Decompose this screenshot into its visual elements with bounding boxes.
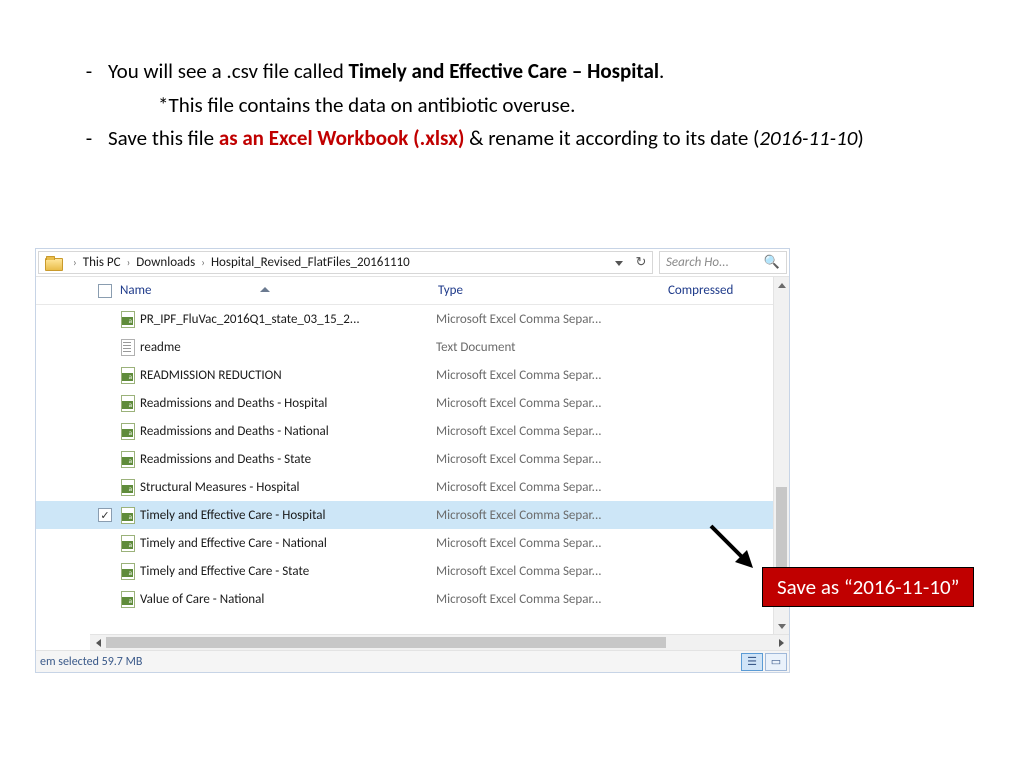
- file-type: Microsoft Excel Comma Separ...: [436, 564, 664, 579]
- file-row[interactable]: Readmissions and Deaths - NationalMicros…: [36, 417, 773, 445]
- scroll-left-icon[interactable]: [90, 639, 106, 647]
- instr-line3-end: ): [857, 125, 863, 151]
- refresh-icon[interactable]: [630, 255, 652, 270]
- csv-file-icon: [120, 367, 136, 383]
- address-bar-row: › This PC › Downloads › Hospital_Revised…: [36, 249, 789, 277]
- view-large-icon[interactable]: ▭: [765, 653, 787, 671]
- search-placeholder: Search Ho...: [666, 255, 729, 270]
- file-list: PR_IPF_FluVac_2016Q1_state_03_15_2...Mic…: [36, 305, 773, 634]
- file-name: Readmissions and Deaths - State: [140, 452, 436, 467]
- file-type: Microsoft Excel Comma Separ...: [436, 592, 664, 607]
- csv-file-icon: [120, 395, 136, 411]
- file-type: Microsoft Excel Comma Separ...: [436, 312, 664, 327]
- horizontal-scrollbar[interactable]: [90, 634, 789, 650]
- file-type: Microsoft Excel Comma Separ...: [436, 368, 664, 383]
- instr-line3-red: as an Excel Workbook (.xlsx): [219, 125, 465, 151]
- breadcrumb-this-pc[interactable]: This PC: [83, 255, 121, 270]
- csv-file-icon: [120, 451, 136, 467]
- status-bar: em selected 59.7 MB ☰ ▭: [36, 650, 789, 672]
- file-name: READMISSION REDUCTION: [140, 368, 436, 383]
- sort-ascending-icon: [260, 281, 270, 296]
- explorer-window: › This PC › Downloads › Hospital_Revised…: [35, 248, 790, 673]
- chevron-right-icon: ›: [73, 256, 77, 269]
- column-header-compressed[interactable]: Compressed: [668, 283, 733, 298]
- address-bar[interactable]: › This PC › Downloads › Hospital_Revised…: [38, 251, 653, 274]
- scroll-up-icon[interactable]: [774, 277, 789, 293]
- chevron-down-icon[interactable]: [608, 256, 630, 269]
- file-name: readme: [140, 340, 436, 355]
- file-row[interactable]: READMISSION REDUCTIONMicrosoft Excel Com…: [36, 361, 773, 389]
- scroll-right-icon[interactable]: [773, 639, 789, 647]
- annotation-callout: Save as “2016-11-10”: [762, 567, 974, 607]
- file-row[interactable]: ✓ Timely and Effective Care - HospitalMic…: [36, 501, 773, 529]
- column-headers: Name Type Compressed: [36, 277, 789, 305]
- csv-file-icon: [120, 535, 136, 551]
- file-type: Microsoft Excel Comma Separ...: [436, 396, 664, 411]
- instr-line1-pre: You will see a .csv file called: [108, 58, 348, 84]
- file-type: Microsoft Excel Comma Separ...: [436, 452, 664, 467]
- file-name: Structural Measures - Hospital: [140, 480, 436, 495]
- scroll-down-icon[interactable]: [774, 618, 789, 634]
- file-row[interactable]: Value of Care - NationalMicrosoft Excel …: [36, 585, 773, 613]
- file-row[interactable]: readmeText Document: [36, 333, 773, 361]
- scroll-hthumb[interactable]: [106, 637, 666, 648]
- file-name: Readmissions and Deaths - Hospital: [140, 396, 436, 411]
- file-name: Readmissions and Deaths - National: [140, 424, 436, 439]
- instr-line1-post: .: [659, 58, 664, 84]
- file-row[interactable]: Readmissions and Deaths - HospitalMicros…: [36, 389, 773, 417]
- bullet-dash: -: [70, 122, 108, 156]
- breadcrumb-downloads[interactable]: Downloads: [136, 255, 195, 270]
- file-type: Microsoft Excel Comma Separ...: [436, 508, 664, 523]
- file-row[interactable]: PR_IPF_FluVac_2016Q1_state_03_15_2...Mic…: [36, 305, 773, 333]
- instr-line3-post: & rename it according to its date (: [464, 125, 759, 151]
- file-type: Microsoft Excel Comma Separ...: [436, 536, 664, 551]
- chevron-right-icon: ›: [127, 256, 131, 269]
- instr-line3-italic: 2016-11-10: [759, 125, 857, 151]
- text-file-icon: [120, 339, 136, 355]
- file-type: Microsoft Excel Comma Separ...: [436, 480, 664, 495]
- search-icon: 🔍: [764, 255, 780, 270]
- column-name-label: Name: [120, 283, 151, 298]
- csv-file-icon: [120, 507, 136, 523]
- file-type: Microsoft Excel Comma Separ...: [436, 424, 664, 439]
- instr-line2: *This file contains the data on antibiot…: [158, 89, 940, 123]
- csv-file-icon: [120, 479, 136, 495]
- column-header-type[interactable]: Type: [438, 283, 668, 298]
- file-name: Timely and Effective Care - Hospital: [140, 508, 436, 523]
- file-name: Value of Care - National: [140, 592, 436, 607]
- annotation-arrow: [705, 520, 763, 578]
- file-name: Timely and Effective Care - National: [140, 536, 436, 551]
- file-row[interactable]: Structural Measures - HospitalMicrosoft …: [36, 473, 773, 501]
- chevron-right-icon: ›: [201, 256, 205, 269]
- view-details-icon[interactable]: ☰: [741, 653, 763, 671]
- status-text: em selected 59.7 MB: [40, 655, 142, 669]
- file-checkbox[interactable]: ✓: [98, 508, 112, 522]
- file-name: PR_IPF_FluVac_2016Q1_state_03_15_2...: [140, 312, 436, 327]
- breadcrumb-folder[interactable]: Hospital_Revised_FlatFiles_20161110: [211, 255, 410, 270]
- instr-line1-bold: Timely and Effective Care – Hospital: [348, 58, 659, 84]
- instruction-block: - You will see a .csv file called Timely…: [70, 55, 940, 156]
- bullet-dash: -: [70, 55, 108, 122]
- csv-file-icon: [120, 591, 136, 607]
- search-input[interactable]: Search Ho... 🔍: [659, 251, 787, 274]
- column-header-name[interactable]: Name: [120, 283, 438, 298]
- file-row[interactable]: Timely and Effective Care - NationalMicr…: [36, 529, 773, 557]
- file-row[interactable]: Readmissions and Deaths - StateMicrosoft…: [36, 445, 773, 473]
- select-all-checkbox[interactable]: [98, 284, 112, 298]
- file-row[interactable]: Timely and Effective Care - StateMicroso…: [36, 557, 773, 585]
- csv-file-icon: [120, 563, 136, 579]
- file-name: Timely and Effective Care - State: [140, 564, 436, 579]
- file-type: Text Document: [436, 340, 664, 355]
- csv-file-icon: [120, 311, 136, 327]
- instr-line3-pre: Save this file: [108, 125, 219, 151]
- folder-icon: [45, 255, 63, 271]
- csv-file-icon: [120, 423, 136, 439]
